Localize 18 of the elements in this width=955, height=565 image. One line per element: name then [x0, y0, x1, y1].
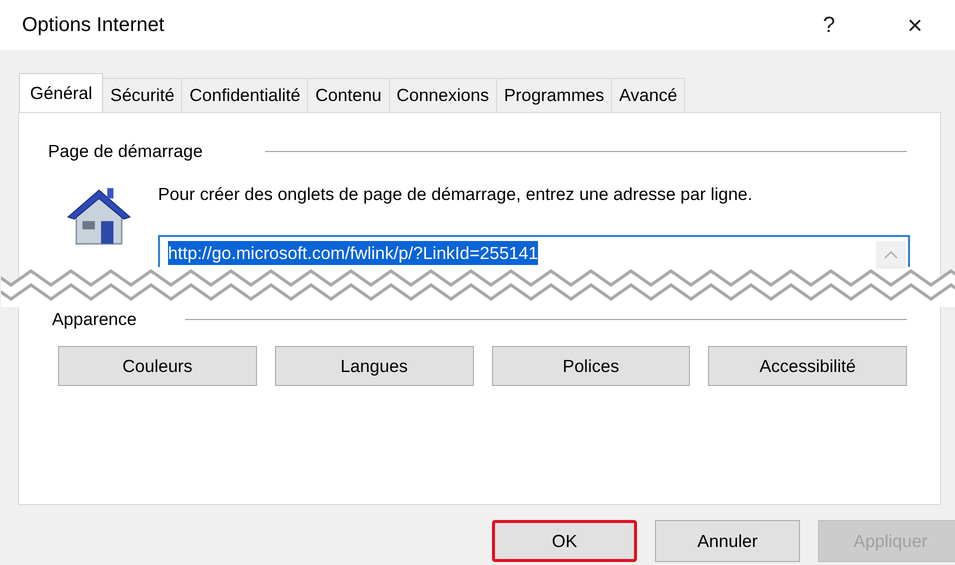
- url-text: http://go.microsoft.com/fwlink/p/?LinkId=255141: [168, 241, 538, 265]
- instruction-text: Pour créer des onglets de page de démarrage, entrez une adresse par ligne.: [158, 184, 754, 205]
- chevron-up-icon: [884, 251, 898, 259]
- appearance-button[interactable]: Couleurs: [58, 346, 257, 386]
- appearance-button[interactable]: Polices: [492, 346, 690, 386]
- appearance-button[interactable]: Langues: [274, 346, 474, 386]
- url-field[interactable]: http://go.microsoft.com/fwlink/p/?LinkId=255141: [158, 235, 910, 267]
- window-title: Options Internet: [22, 14, 166, 36]
- appearance-button[interactable]: Accessibilité: [708, 346, 907, 386]
- tab[interactable]: Avancé: [611, 78, 686, 112]
- dialog-button[interactable]: Annuler: [655, 520, 800, 562]
- close-button[interactable]: ×: [875, 3, 955, 47]
- section-title: Apparence: [52, 309, 137, 330]
- scroll-up-button[interactable]: [876, 241, 906, 269]
- tab[interactable]: Général: [19, 73, 104, 113]
- dialog-button[interactable]: OK: [492, 520, 637, 562]
- section-title: Page de démarrage: [48, 141, 203, 162]
- help-button[interactable]: ?: [789, 3, 869, 47]
